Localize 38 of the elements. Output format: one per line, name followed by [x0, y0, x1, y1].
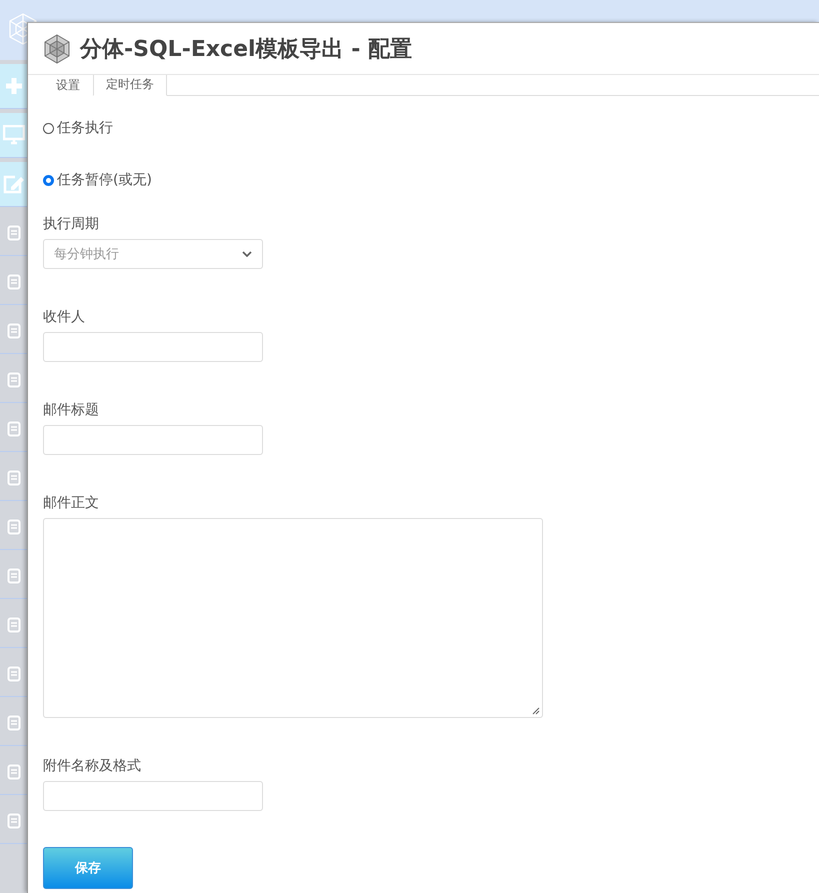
monitor-icon — [2, 125, 24, 145]
tab[interactable]: 设置 — [43, 76, 93, 96]
radio-button[interactable] — [43, 174, 54, 186]
document-icon[interactable] — [6, 470, 20, 486]
plus-icon — [4, 77, 22, 95]
tab[interactable]: 定时任务 — [93, 75, 167, 96]
document-icon[interactable] — [6, 715, 20, 731]
field-label: 执行周期 — [43, 215, 100, 234]
document-icon[interactable] — [6, 813, 20, 829]
document-icon[interactable] — [6, 568, 20, 584]
dialog-title: 分体-SQL-Excel模板导出 - 配置 — [80, 36, 412, 64]
text-area[interactable] — [43, 518, 543, 718]
field-label: 邮件标题 — [43, 401, 100, 420]
input-field[interactable] — [43, 425, 263, 455]
document-icon[interactable] — [6, 323, 20, 339]
input-field[interactable] — [43, 332, 263, 362]
document-icon[interactable] — [6, 421, 20, 437]
document-icon[interactable] — [6, 764, 20, 780]
edit-button[interactable] — [0, 162, 27, 207]
input-field[interactable] — [43, 781, 263, 811]
document-icon[interactable] — [6, 372, 20, 388]
monitor-button[interactable] — [0, 113, 27, 158]
document-icon[interactable] — [6, 225, 20, 241]
document-icon[interactable] — [6, 666, 20, 682]
add-button[interactable] — [0, 64, 27, 109]
spider-web-icon — [42, 34, 72, 64]
field-label: 附件名称及格式 — [43, 757, 142, 776]
chevron-down-icon — [242, 251, 252, 257]
resize-handle-icon — [532, 707, 540, 715]
document-icon[interactable] — [6, 519, 20, 535]
radio-label: 任务暂停(或无) — [57, 171, 152, 189]
document-icon[interactable] — [6, 274, 20, 290]
field-label: 收件人 — [43, 308, 86, 327]
edit-icon — [2, 174, 24, 194]
field-label: 邮件正文 — [43, 494, 100, 513]
radio-button[interactable] — [43, 122, 54, 134]
radio-label: 任务执行 — [57, 119, 113, 137]
document-icon[interactable] — [6, 617, 20, 633]
